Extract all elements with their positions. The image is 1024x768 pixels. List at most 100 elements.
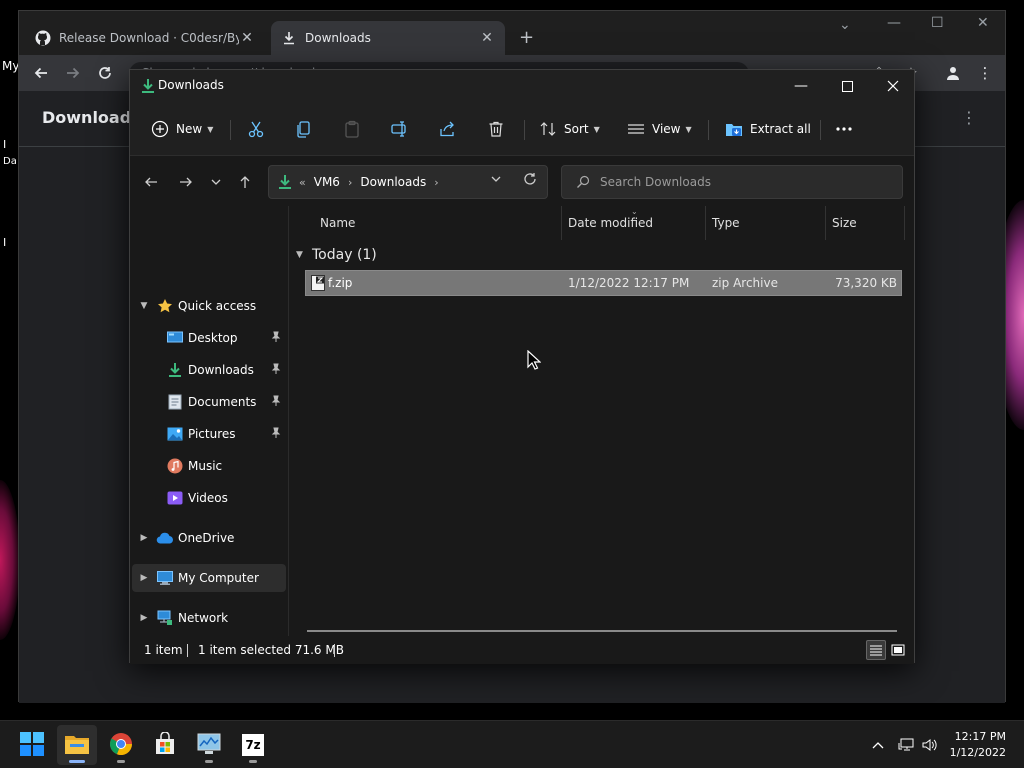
maximize-icon[interactable]: ☐ xyxy=(931,15,944,31)
breadcrumb-downloads[interactable]: Downloads xyxy=(360,175,426,189)
column-divider[interactable] xyxy=(705,206,706,240)
new-button[interactable]: New ▼ xyxy=(150,116,213,142)
breadcrumb-overflow[interactable]: « xyxy=(299,176,306,189)
cut-button[interactable] xyxy=(246,116,266,142)
sort-button[interactable]: Sort ▼ xyxy=(538,116,600,142)
expand-chevron-icon[interactable]: ▼ xyxy=(132,301,156,311)
taskbar-resource-monitor[interactable] xyxy=(189,725,229,765)
column-header-type[interactable]: Type xyxy=(712,206,740,240)
search-box[interactable] xyxy=(561,165,903,199)
page-more-icon[interactable]: ⋮ xyxy=(961,108,977,127)
desktop-icon xyxy=(166,329,184,347)
nav-network[interactable]: ▶ Network xyxy=(132,604,286,632)
zip-archive-icon xyxy=(310,275,326,291)
nav-my-computer[interactable]: ▶ My Computer xyxy=(132,564,286,592)
taskbar-chrome[interactable] xyxy=(101,725,141,765)
network-tray-icon[interactable] xyxy=(896,735,916,755)
nav-downloads[interactable]: Downloads xyxy=(132,356,286,384)
chrome-menu-icon[interactable]: ⋮ xyxy=(975,63,995,83)
rename-icon xyxy=(390,119,410,139)
tab-close-icon[interactable]: ✕ xyxy=(479,30,495,46)
volume-icon[interactable] xyxy=(920,735,940,755)
tab-release-download[interactable]: Release Download · C0desr/Bypa ✕ xyxy=(25,21,265,55)
nav-quick-access[interactable]: ▼ Quick access xyxy=(132,292,286,320)
see-more-button[interactable] xyxy=(834,116,854,142)
forward-icon[interactable] xyxy=(63,63,83,83)
pane-divider[interactable] xyxy=(288,206,289,636)
address-dropdown-icon[interactable] xyxy=(491,174,501,187)
paste-button[interactable] xyxy=(342,116,362,142)
group-header-today[interactable]: ▼ Today (1) xyxy=(296,244,377,266)
collapse-chevron-icon[interactable]: ▼ xyxy=(296,250,312,260)
new-tab-icon[interactable]: + xyxy=(519,27,534,48)
wallpaper-glow-left xyxy=(0,480,20,640)
nav-onedrive[interactable]: ▶ OneDrive xyxy=(132,524,286,552)
navigation-pane: ▼ Quick access Desktop Downloads Documen xyxy=(130,206,290,636)
column-divider[interactable] xyxy=(904,206,905,240)
view-button[interactable]: View ▼ xyxy=(626,116,692,142)
desktop-label: My xyxy=(2,59,20,73)
tab-search-chevron-icon[interactable]: ⌄ xyxy=(839,17,851,33)
profile-icon[interactable] xyxy=(943,63,963,83)
item-count: 1 item xyxy=(144,643,183,657)
videos-icon xyxy=(166,489,184,507)
taskbar-store[interactable] xyxy=(145,725,185,765)
up-arrow-icon[interactable] xyxy=(234,171,256,193)
close-icon[interactable]: ✕ xyxy=(977,15,989,31)
breadcrumb-vm6[interactable]: VM6 xyxy=(314,175,340,189)
minimize-icon[interactable]: — xyxy=(887,15,901,31)
tab-close-icon[interactable]: ✕ xyxy=(239,30,255,46)
share-button[interactable] xyxy=(438,116,458,142)
pin-icon[interactable] xyxy=(270,331,282,343)
nav-documents[interactable]: Documents xyxy=(132,388,286,416)
breadcrumb-separator-icon[interactable]: › xyxy=(348,176,352,189)
breadcrumb-separator-icon[interactable]: › xyxy=(434,176,438,189)
close-icon[interactable] xyxy=(870,70,916,102)
taskbar-7zip[interactable]: 7z xyxy=(233,725,273,765)
forward-arrow-icon[interactable] xyxy=(175,171,197,193)
nav-label: Downloads xyxy=(188,363,254,377)
column-header-name[interactable]: Name xyxy=(320,206,355,240)
details-view-icon[interactable] xyxy=(866,640,886,660)
show-hidden-icons-chevron-icon[interactable] xyxy=(868,735,888,755)
divider xyxy=(708,120,709,140)
system-clock[interactable]: 12:17 PM 1/12/2022 xyxy=(950,729,1006,761)
refresh-icon[interactable] xyxy=(523,172,537,190)
nav-label: Documents xyxy=(188,395,257,409)
back-icon[interactable] xyxy=(31,63,51,83)
column-divider[interactable] xyxy=(825,206,826,240)
address-bar[interactable]: « VM6 › Downloads › xyxy=(268,165,548,199)
search-input[interactable] xyxy=(600,173,890,191)
extract-all-button[interactable]: Extract all xyxy=(724,116,811,142)
column-header-size[interactable]: Size xyxy=(832,206,857,240)
pin-icon[interactable] xyxy=(270,395,282,407)
start-button[interactable] xyxy=(12,725,52,765)
expand-chevron-icon[interactable]: ▶ xyxy=(132,573,156,583)
column-header-date-modified[interactable]: Date modified xyxy=(568,206,653,240)
tiles-view-icon[interactable] xyxy=(888,640,908,660)
file-row-f-zip[interactable]: f.zip 1/12/2022 12:17 PM zip Archive 73,… xyxy=(305,270,902,296)
chevron-down-icon: ▼ xyxy=(207,124,214,134)
back-arrow-icon[interactable] xyxy=(140,171,162,193)
nav-pictures[interactable]: Pictures xyxy=(132,420,286,448)
folder-icon xyxy=(64,733,90,758)
reload-icon[interactable] xyxy=(95,63,115,83)
pin-icon[interactable] xyxy=(270,363,282,375)
rename-button[interactable] xyxy=(390,116,410,142)
tab-downloads[interactable]: Downloads ✕ xyxy=(271,21,505,55)
column-divider[interactable] xyxy=(561,206,562,240)
tab-title: Release Download · C0desr/Bypa xyxy=(59,31,239,45)
copy-button[interactable] xyxy=(294,116,314,142)
taskbar-file-explorer[interactable] xyxy=(57,725,97,765)
nav-videos[interactable]: Videos xyxy=(132,484,286,512)
nav-desktop[interactable]: Desktop xyxy=(132,324,286,352)
delete-button[interactable] xyxy=(486,116,506,142)
pin-icon[interactable] xyxy=(270,427,282,439)
recent-locations-chevron-icon[interactable] xyxy=(205,171,227,193)
maximize-icon[interactable] xyxy=(824,70,870,102)
expand-chevron-icon[interactable]: ▶ xyxy=(132,533,156,543)
nav-music[interactable]: Music xyxy=(132,452,286,480)
minimize-icon[interactable]: — xyxy=(778,70,824,102)
horizontal-scrollbar[interactable] xyxy=(307,630,897,632)
expand-chevron-icon[interactable]: ▶ xyxy=(132,613,156,623)
